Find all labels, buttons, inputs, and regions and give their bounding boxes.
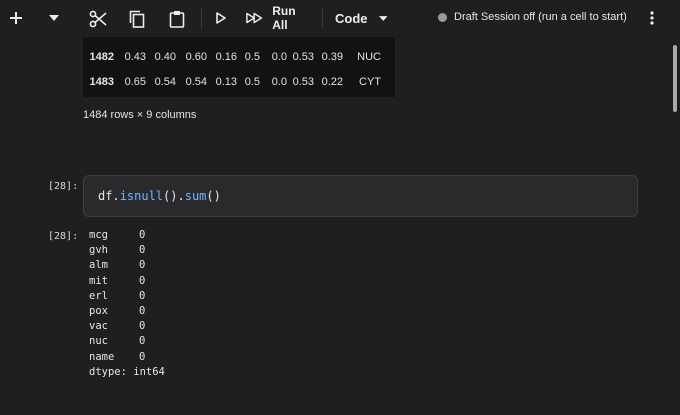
notebook-toolbar: Run All Code Draft Session off (run a ce… [0, 0, 680, 37]
output-line: mit 0 [89, 274, 146, 287]
table-cell: 0.43 [124, 50, 146, 63]
table-row: 1483 0.65 0.54 0.54 0.13 0.5 0.0 0.53 0.… [83, 69, 381, 94]
copy-icon [129, 10, 145, 28]
table-cell: 0.13 [215, 75, 237, 88]
output-dtype-line: dtype: int64 [89, 365, 165, 378]
add-cell-button[interactable] [7, 9, 25, 27]
output-line: mcg 0 [89, 229, 146, 241]
cell-output: mcg 0 gvh 0 alm 0 mit 0 erl 0 pox 0 vac 0 nuc 0 … [89, 229, 165, 381]
table-cell: 0.5 [244, 75, 260, 88]
more-vert-icon [650, 11, 654, 25]
cut-icon [89, 10, 107, 28]
output-line: name 0 [89, 350, 146, 363]
output-prompt: [28]: [48, 231, 79, 242]
toolbar-divider [322, 8, 323, 29]
code-line: df.isnull().sum() [98, 189, 221, 203]
session-status-label: Draft Session off (run a cell to start) [454, 11, 627, 23]
table-cell: 0.0 [271, 50, 287, 63]
row-index: 1483 [89, 75, 114, 88]
table-cell: 0.39 [321, 50, 343, 63]
scrollbar-thumb[interactable] [673, 45, 677, 112]
run-cell-button[interactable] [212, 9, 230, 27]
table-row: 1482 0.43 0.40 0.60 0.16 0.5 0.0 0.53 0.… [83, 44, 381, 69]
code-object: df. [98, 189, 120, 203]
output-line: erl 0 [89, 289, 146, 302]
run-all-button[interactable]: Run All [246, 4, 310, 32]
output-line: vac 0 [89, 320, 146, 333]
table-cell: 0.5 [244, 50, 260, 63]
session-status[interactable]: Draft Session off (run a cell to start) [438, 11, 627, 23]
output-line: pox 0 [89, 304, 146, 317]
run-all-icon [246, 12, 263, 24]
status-dot-icon [438, 12, 447, 22]
paste-icon [169, 11, 185, 28]
add-cell-dropdown-button[interactable] [45, 9, 63, 27]
table-row-partial [83, 37, 395, 43]
paste-button[interactable] [167, 8, 187, 30]
copy-button[interactable] [127, 8, 147, 30]
table-cell: 0.53 [292, 75, 314, 88]
table-cell: CYT [359, 75, 381, 88]
cell-type-label: Code [335, 10, 368, 26]
table-cell: 0.60 [185, 50, 207, 63]
table-cell: 0.0 [271, 75, 287, 88]
add-icon [10, 12, 22, 24]
cut-button[interactable] [87, 8, 109, 30]
table-cell: 0.40 [154, 50, 176, 63]
run-icon [216, 12, 226, 24]
output-line: nuc 0 [89, 335, 146, 348]
toolbar-divider [201, 8, 202, 29]
table-cell: 0.65 [124, 75, 146, 88]
code-punct: (). [163, 189, 185, 203]
table-cell: 0.53 [292, 50, 314, 63]
code-punct: () [206, 189, 221, 203]
more-options-button[interactable] [643, 9, 661, 27]
table-cell: 0.54 [154, 75, 176, 88]
input-prompt: [28]: [48, 181, 79, 192]
code-cell-input[interactable]: df.isnull().sum() [83, 175, 638, 217]
run-all-label: Run All [272, 4, 296, 32]
dataframe-shape-text: 1484 rows × 9 columns [83, 109, 197, 121]
code-function: isnull [119, 189, 164, 203]
table-cell: 0.22 [321, 75, 343, 88]
dataframe-output: 1482 0.43 0.40 0.60 0.16 0.5 0.0 0.53 0.… [83, 37, 395, 97]
output-line: alm 0 [89, 259, 146, 272]
row-index: 1482 [89, 50, 114, 63]
table-cell: 0.54 [185, 75, 207, 88]
chevron-down-icon [49, 15, 59, 21]
dataframe-table: 1482 0.43 0.40 0.60 0.16 0.5 0.0 0.53 0.… [83, 44, 381, 94]
output-line: gvh 0 [89, 244, 146, 257]
table-cell: 0.16 [215, 50, 237, 63]
cell-type-select[interactable]: Code [335, 9, 387, 27]
chevron-down-icon [378, 15, 387, 21]
code-function: sum [184, 189, 207, 203]
table-cell: NUC [357, 50, 381, 63]
